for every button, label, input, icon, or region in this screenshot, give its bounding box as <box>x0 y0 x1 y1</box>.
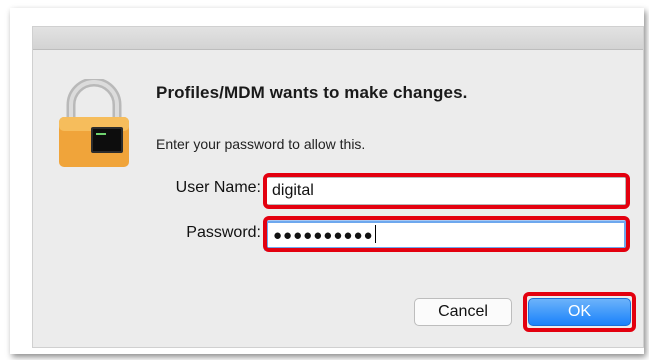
cancel-button[interactable]: Cancel <box>414 298 512 326</box>
dialog-subtitle: Enter your password to allow this. <box>156 136 366 152</box>
text-caret <box>374 225 376 243</box>
user-name-label: User Name: <box>175 179 261 196</box>
authentication-dialog: Profiles/MDM wants to make changes. Ente… <box>32 26 644 348</box>
dialog-title: Profiles/MDM wants to make changes. <box>156 83 468 102</box>
ok-button[interactable]: OK <box>528 298 631 326</box>
password-label: Password: <box>186 224 261 241</box>
lock-icon <box>59 79 129 167</box>
password-field[interactable]: ●●●●●●●●●● <box>266 221 626 249</box>
dialog-titlebar <box>33 27 643 50</box>
password-value: ●●●●●●●●●● <box>273 227 374 244</box>
user-name-value: digital <box>272 182 314 199</box>
user-name-field[interactable]: digital <box>266 177 626 205</box>
